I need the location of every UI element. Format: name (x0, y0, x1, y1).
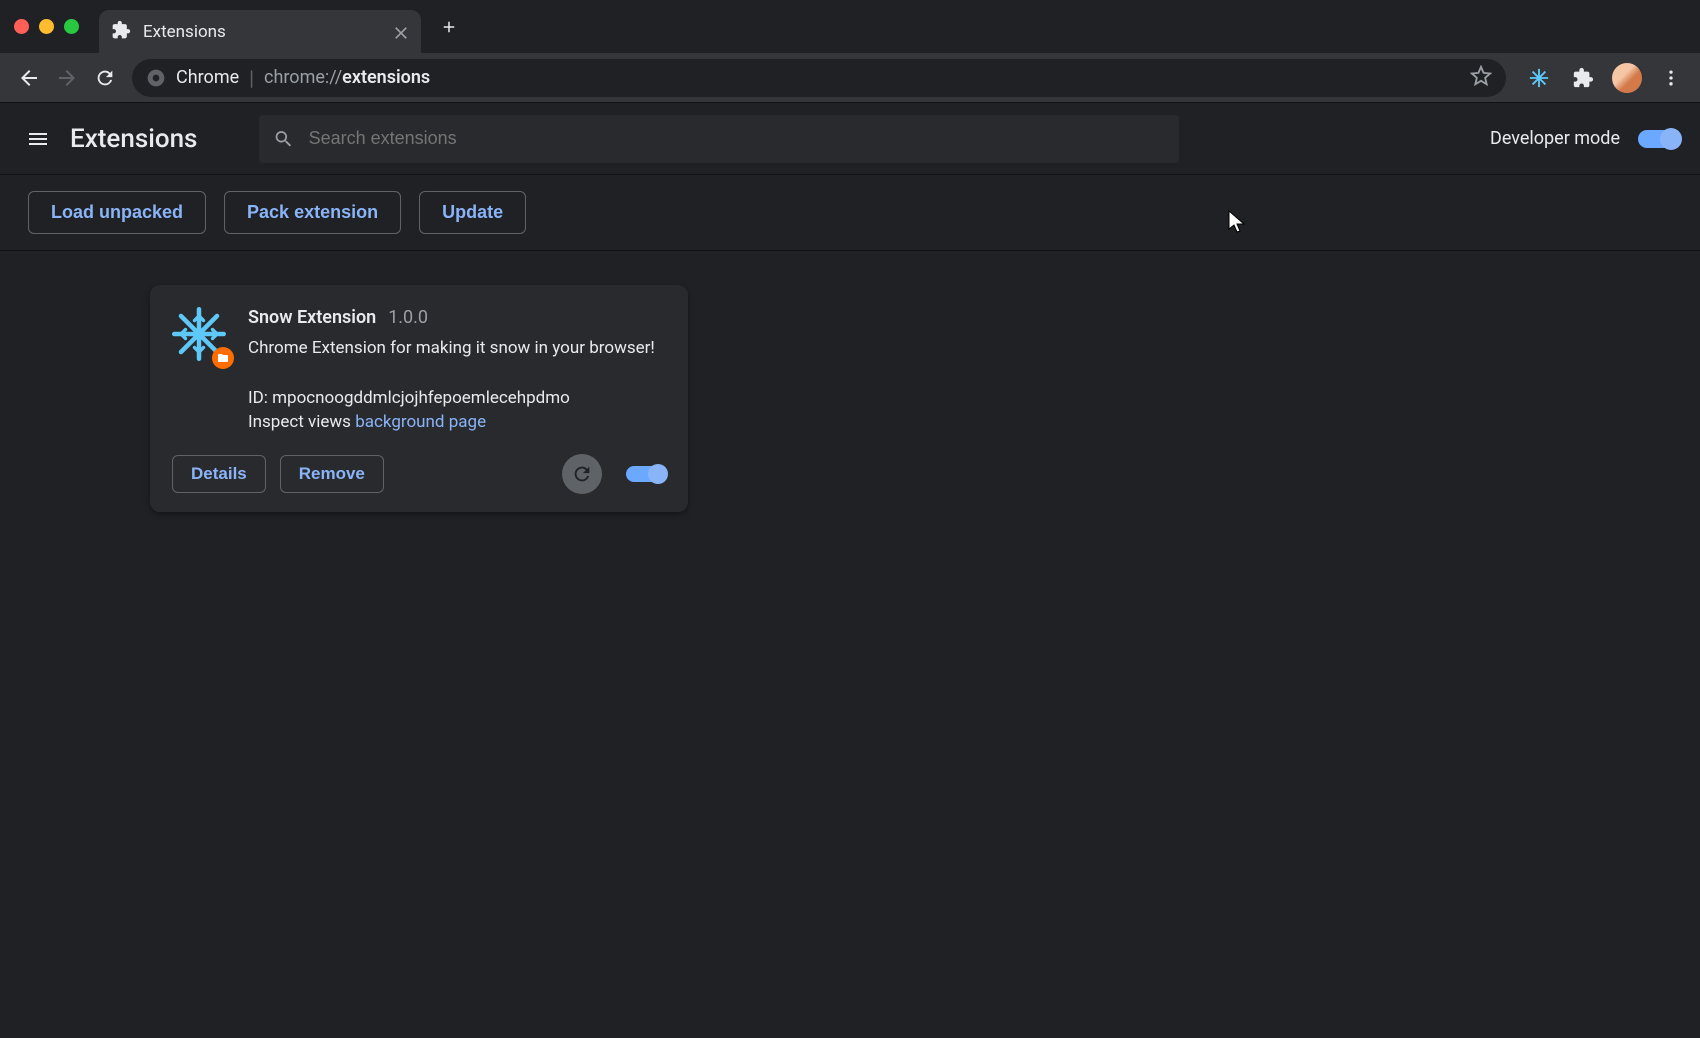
puzzle-icon (1572, 67, 1594, 89)
toggle-knob (648, 464, 668, 484)
reload-extension-button[interactable] (562, 454, 602, 494)
window-titlebar: Extensions (0, 0, 1700, 53)
extensions-grid: Snow Extension 1.0.0 Chrome Extension fo… (0, 251, 1700, 546)
toggle-knob (1660, 128, 1682, 150)
back-button[interactable] (10, 59, 48, 97)
load-unpacked-button[interactable]: Load unpacked (28, 191, 206, 234)
extensions-header: Extensions Developer mode (0, 103, 1700, 175)
omnibox-chrome-label: Chrome (176, 67, 239, 88)
browser-tab[interactable]: Extensions (99, 10, 421, 53)
new-tab-button[interactable] (431, 9, 467, 45)
window-maximize-button[interactable] (64, 19, 79, 34)
avatar-icon (1612, 63, 1642, 93)
extension-pinned-icon[interactable] (1520, 59, 1558, 97)
search-icon (273, 128, 294, 150)
bookmark-button[interactable] (1470, 65, 1492, 91)
developer-toolbar: Load unpacked Pack extension Update (0, 175, 1700, 251)
extension-id-line: ID: mpocnoogddmlcjojhfepoemlecehpdmo (248, 388, 666, 408)
search-container[interactable] (259, 115, 1179, 163)
developer-mode-label: Developer mode (1490, 128, 1620, 149)
window-close-button[interactable] (14, 19, 29, 34)
extension-card: Snow Extension 1.0.0 Chrome Extension fo… (150, 285, 688, 512)
plus-icon (440, 18, 458, 36)
search-input[interactable] (309, 128, 1166, 149)
folder-icon (217, 352, 229, 364)
address-bar[interactable]: Chrome | chrome://extensions (132, 59, 1506, 97)
arrow-left-icon (17, 66, 41, 90)
extension-name: Snow Extension (248, 307, 376, 328)
tab-title: Extensions (143, 22, 391, 42)
extension-id: mpocnoogddmlcjojhfepoemlecehpdmo (272, 388, 570, 408)
extension-description: Chrome Extension for making it snow in y… (248, 336, 666, 362)
developer-mode-toggle[interactable] (1638, 130, 1680, 148)
hamburger-menu-button[interactable] (20, 121, 56, 157)
puzzle-icon (111, 20, 131, 44)
forward-button[interactable] (48, 59, 86, 97)
unpacked-badge (212, 347, 234, 369)
url-path: extensions (342, 67, 430, 88)
browser-toolbar: Chrome | chrome://extensions (0, 53, 1700, 103)
kebab-icon (1661, 68, 1681, 88)
inspect-views-label: Inspect views (248, 412, 351, 432)
chrome-icon (146, 68, 166, 88)
update-button[interactable]: Update (419, 191, 526, 234)
reload-icon (571, 463, 593, 485)
pack-extension-button[interactable]: Pack extension (224, 191, 401, 234)
details-button[interactable]: Details (172, 455, 266, 493)
extension-id-label: ID: (248, 388, 268, 408)
traffic-lights (14, 19, 79, 34)
browser-menu-button[interactable] (1652, 59, 1690, 97)
reload-icon (94, 67, 116, 89)
profile-button[interactable] (1608, 59, 1646, 97)
star-icon (1470, 65, 1492, 87)
extensions-menu-button[interactable] (1564, 59, 1602, 97)
tab-close-button[interactable] (391, 23, 409, 41)
snowflake-icon (1528, 67, 1550, 89)
reload-button[interactable] (86, 59, 124, 97)
page-title: Extensions (70, 124, 197, 154)
window-minimize-button[interactable] (39, 19, 54, 34)
url-scheme: chrome:// (264, 67, 342, 88)
inspect-views-line: Inspect views background page (248, 412, 666, 432)
background-page-link[interactable]: background page (355, 412, 486, 432)
hamburger-icon (26, 127, 50, 151)
extension-version: 1.0.0 (388, 307, 428, 328)
extension-icon (172, 307, 226, 361)
arrow-right-icon (55, 66, 79, 90)
extension-enable-toggle[interactable] (626, 466, 666, 482)
omnibox-separator: | (249, 66, 254, 90)
remove-button[interactable]: Remove (280, 455, 384, 493)
